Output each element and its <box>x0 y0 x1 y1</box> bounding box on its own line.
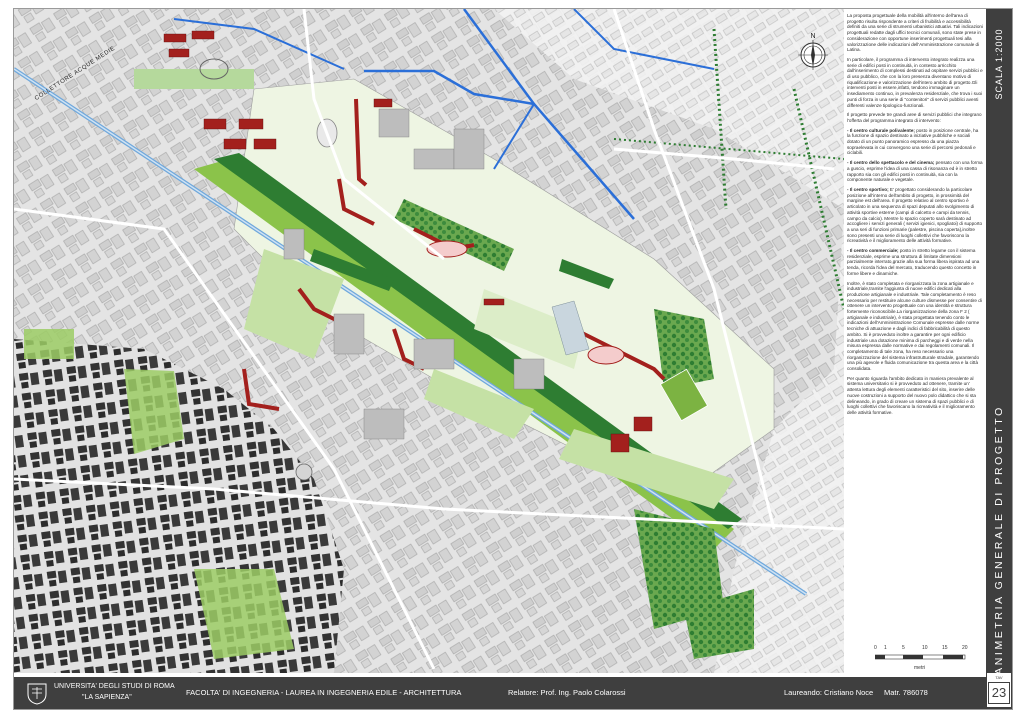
item-title: - Il centro sportivo; <box>847 186 889 192</box>
item-text: E' progettato considerando la particolar… <box>847 186 983 244</box>
description-paragraph: In particolare, il programma di interven… <box>847 56 983 108</box>
site-plan-drawing <box>14 9 844 673</box>
description-paragraph: Per quanto riguarda l'ambito dedicato in… <box>847 375 976 415</box>
scale-unit: metri <box>914 665 926 671</box>
graphic-scale: 0 1 5 10 15 20 metri <box>872 643 976 673</box>
student-id-label: Matr. 786078 <box>884 688 928 697</box>
scale-tick-label: 0 <box>874 645 877 651</box>
title-block-footer: UNIVERSITA' DEGLI STUDI DI ROMA "LA SAPI… <box>14 677 986 709</box>
north-arrow-icon: N <box>798 33 828 70</box>
scale-tick-label: 1 <box>884 645 887 651</box>
scale-tick-label: 10 <box>922 645 928 651</box>
description-paragraph: Inoltre, è stato completata e riorganizz… <box>847 280 982 372</box>
drawing-sheet: COLLETTORE ACQUE MEDIE N La proposta pro… <box>13 8 1013 710</box>
description-item-cinema-centre: - Il centro dello spettacolo e del cinem… <box>847 160 983 183</box>
scale-tick-label: 15 <box>942 645 948 651</box>
item-title: - Il centro culturale polivalente; <box>847 127 915 133</box>
description-paragraph: Il progetto prevede tre grandi aree di s… <box>847 112 982 123</box>
compass-letter: N <box>810 33 815 40</box>
sheet-number-label: TAV <box>995 675 1003 680</box>
description-item-commercial-centre: - Il centro commerciale; posto in strett… <box>847 248 983 277</box>
item-title: - Il centro dello spettacolo e del cinem… <box>847 160 935 166</box>
university-subname: "LA SAPIENZA" <box>82 694 132 701</box>
sheet-number-box: TAV 23 <box>987 673 1011 707</box>
description-item-sports-centre: - Il centro sportivo; E' progettato cons… <box>847 187 983 244</box>
university-seal-icon <box>27 683 47 705</box>
drawing-scale: SCALA 1:2000 <box>994 28 1004 100</box>
faculty-label: FACOLTA' DI INGEGNERIA - LAUREA IN INGEG… <box>186 688 462 697</box>
description-paragraph: La proposta progettuale della mobilità a… <box>847 13 983 53</box>
student-label: Laureando: Cristiano Noce <box>784 688 874 697</box>
university-name: UNIVERSITA' DEGLI STUDI DI ROMA <box>54 683 175 690</box>
sheet-number: 23 <box>988 682 1010 704</box>
item-title: - Il centro commerciale; <box>847 248 899 254</box>
scale-tick-label: 5 <box>902 645 905 651</box>
supervisor-label: Relatore: Prof. Ing. Paolo Colarossi <box>508 688 626 697</box>
drawing-title: PLANIMETRIA GENERALE DI PROGETTO <box>993 405 1005 693</box>
scale-bar <box>875 654 966 660</box>
description-item-cultural-centre: - Il centro culturale polivalente; posto… <box>847 128 983 157</box>
scale-tick-label: 20 <box>962 645 968 651</box>
project-description: La proposta progettuale della mobilità a… <box>847 13 983 643</box>
site-plan-map: COLLETTORE ACQUE MEDIE N <box>14 9 844 673</box>
